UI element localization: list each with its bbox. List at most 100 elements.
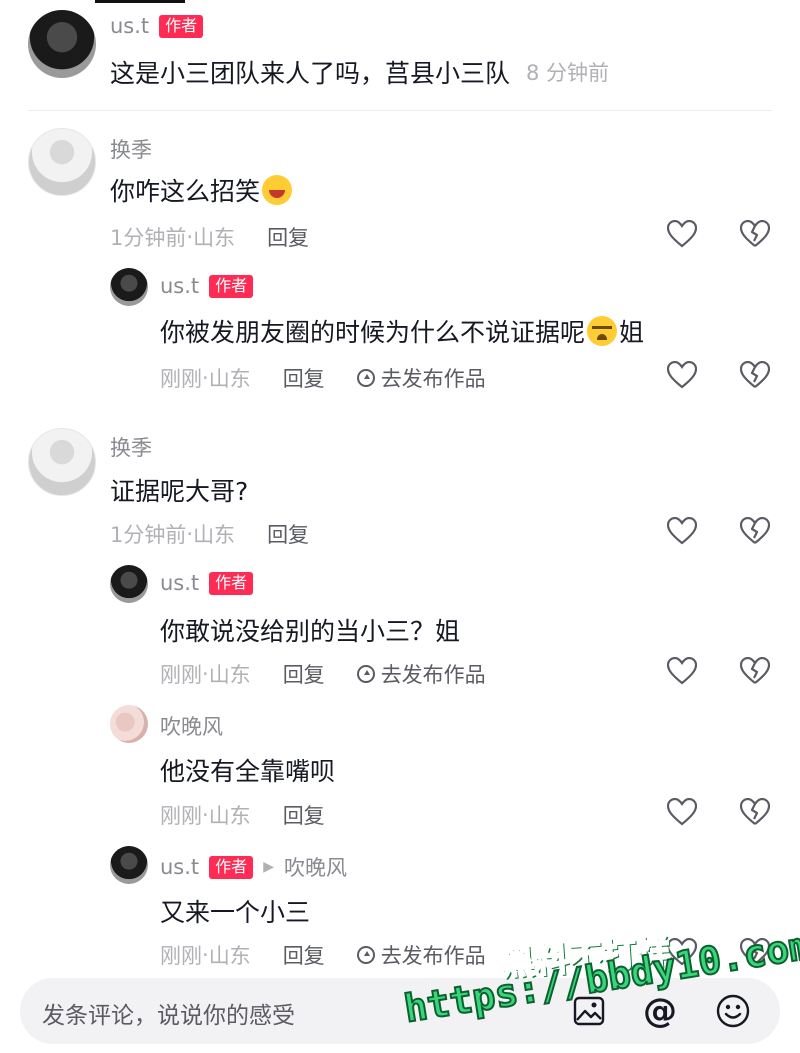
separator: · bbox=[202, 662, 209, 686]
comment-location: 山东 bbox=[208, 804, 251, 828]
avatar[interactable] bbox=[28, 428, 96, 496]
separator: · bbox=[202, 366, 209, 390]
comment-text: 这是小三团队来人了吗，莒县小三队 8 分钟前 bbox=[110, 54, 609, 90]
avatar[interactable] bbox=[110, 565, 148, 603]
comment-time: 刚刚 bbox=[160, 367, 202, 391]
comment-time: 1分钟前 bbox=[110, 523, 187, 547]
reply-button[interactable]: 回复 bbox=[283, 659, 325, 689]
author-badge: 作者 bbox=[209, 571, 254, 595]
like-heart-icon[interactable] bbox=[667, 938, 697, 966]
reply-button[interactable]: 回复 bbox=[283, 940, 325, 970]
reply-button[interactable]: 回复 bbox=[283, 800, 325, 830]
comment-time: 刚刚 bbox=[160, 944, 202, 968]
author-badge: 作者 bbox=[209, 855, 254, 879]
publish-label: 去发布作品 bbox=[380, 944, 486, 968]
comment-author[interactable]: us.t 作者 bbox=[160, 274, 254, 298]
divider bbox=[28, 110, 772, 111]
comment-author[interactable]: us.t 作者 bbox=[160, 571, 254, 595]
upload-arrow-icon bbox=[356, 369, 375, 387]
avatar[interactable] bbox=[110, 846, 148, 884]
comment-text: 证据呢大哥? bbox=[110, 472, 248, 508]
comment-body: 又来一个小三 bbox=[160, 898, 311, 927]
publish-work-button[interactable]: 去发布作品 bbox=[356, 363, 486, 393]
upload-arrow-icon bbox=[356, 665, 375, 683]
like-heart-icon[interactable] bbox=[667, 657, 697, 685]
separator: · bbox=[186, 522, 194, 546]
comment-meta: 刚刚 · 山东 回复 去发布作品 bbox=[160, 659, 486, 689]
crying-emoji bbox=[587, 316, 618, 346]
comment-text: 你被发朋友圈的时候为什么不说证据呢 姐 bbox=[160, 313, 644, 349]
comment-location: 山东 bbox=[208, 944, 251, 968]
laugh-cry-emoji bbox=[262, 175, 293, 205]
username[interactable]: us.t bbox=[160, 571, 199, 595]
like-heart-icon[interactable] bbox=[667, 517, 697, 545]
comment-author[interactable]: us.t 作者 bbox=[110, 14, 204, 38]
comment-time: 8 分钟前 bbox=[526, 61, 610, 85]
dislike-broken-heart-icon[interactable] bbox=[740, 938, 770, 966]
comment-body-tail: 姐 bbox=[619, 318, 645, 347]
comment-body: 这是小三团队来人了吗，莒县小三队 bbox=[110, 59, 511, 88]
comment-location: 山东 bbox=[193, 226, 236, 250]
comment-meta: 1分钟前 · 山东 回复 bbox=[110, 222, 309, 252]
emoji-face-icon[interactable] bbox=[714, 992, 752, 1030]
comment-input-bar[interactable]: 发条评论，说说你的感受 @ bbox=[20, 978, 780, 1044]
top-edge bbox=[0, 0, 800, 4]
comment-meta: 1分钟前 · 山东 回复 bbox=[110, 519, 309, 549]
username[interactable]: 换季 bbox=[110, 134, 152, 164]
comment-text: 他没有全靠嘴呗 bbox=[160, 752, 335, 788]
username[interactable]: 吹晚风 bbox=[160, 711, 223, 741]
image-icon[interactable] bbox=[570, 992, 608, 1030]
comment-body: 你敢说没给别的当小三？姐 bbox=[160, 617, 461, 646]
comment-text: 又来一个小三 bbox=[160, 893, 310, 929]
dislike-broken-heart-icon[interactable] bbox=[740, 361, 770, 389]
like-heart-icon[interactable] bbox=[667, 220, 697, 248]
author-badge: 作者 bbox=[159, 14, 204, 38]
comment-location: 山东 bbox=[208, 663, 251, 687]
publish-label: 去发布作品 bbox=[380, 663, 486, 687]
publish-work-button[interactable]: 去发布作品 bbox=[356, 940, 486, 970]
comment-input[interactable]: 发条评论，说说你的感受 bbox=[42, 996, 295, 1030]
reply-button[interactable]: 回复 bbox=[283, 363, 325, 393]
dislike-broken-heart-icon[interactable] bbox=[740, 517, 770, 545]
username[interactable]: us.t bbox=[160, 274, 199, 298]
comment-meta: 刚刚 · 山东 回复 bbox=[160, 800, 325, 830]
publish-label: 去发布作品 bbox=[380, 367, 486, 391]
reply-to-username[interactable]: 吹晚风 bbox=[284, 852, 347, 882]
comment-location: 山东 bbox=[208, 367, 251, 391]
author-badge: 作者 bbox=[209, 274, 254, 298]
comment-time: 1分钟前 bbox=[110, 226, 187, 250]
upload-arrow-icon bbox=[356, 946, 375, 964]
comment-location: 山东 bbox=[193, 523, 236, 547]
username[interactable]: us.t bbox=[110, 14, 149, 38]
comment-meta: 刚刚 · 山东 回复 去发布作品 bbox=[160, 363, 486, 393]
dislike-broken-heart-icon[interactable] bbox=[740, 220, 770, 248]
avatar[interactable] bbox=[110, 705, 148, 743]
dislike-broken-heart-icon[interactable] bbox=[740, 798, 770, 826]
separator: · bbox=[186, 225, 194, 249]
publish-work-button[interactable]: 去发布作品 bbox=[356, 659, 486, 689]
comment-body: 你咋这么招笑 bbox=[110, 177, 261, 206]
comment-author[interactable]: 换季 bbox=[110, 432, 152, 462]
reply-button[interactable]: 回复 bbox=[267, 222, 309, 252]
comment-text: 你咋这么招笑 bbox=[110, 172, 294, 208]
dislike-broken-heart-icon[interactable] bbox=[740, 657, 770, 685]
comment-author[interactable]: us.t 作者 ▶ 吹晚风 bbox=[160, 852, 347, 882]
comment-text: 你敢说没给别的当小三？姐 bbox=[160, 612, 460, 648]
username[interactable]: 换季 bbox=[110, 432, 152, 462]
avatar[interactable] bbox=[110, 268, 148, 306]
comment-meta: 刚刚 · 山东 回复 去发布作品 bbox=[160, 940, 486, 970]
mention-at-icon[interactable]: @ bbox=[641, 991, 679, 1031]
separator: · bbox=[202, 803, 209, 827]
top-indicator bbox=[95, 0, 185, 3]
comment-author[interactable]: 吹晚风 bbox=[160, 711, 223, 741]
like-heart-icon[interactable] bbox=[667, 361, 697, 389]
watermark-text: 黑料不打烊 bbox=[498, 931, 672, 985]
separator: · bbox=[202, 943, 209, 967]
avatar[interactable] bbox=[28, 10, 96, 78]
like-heart-icon[interactable] bbox=[667, 798, 697, 826]
comment-author[interactable]: 换季 bbox=[110, 134, 152, 164]
avatar[interactable] bbox=[28, 128, 96, 196]
comment-body: 你被发朋友圈的时候为什么不说证据呢 bbox=[160, 318, 586, 347]
reply-button[interactable]: 回复 bbox=[267, 519, 309, 549]
username[interactable]: us.t bbox=[160, 855, 199, 879]
